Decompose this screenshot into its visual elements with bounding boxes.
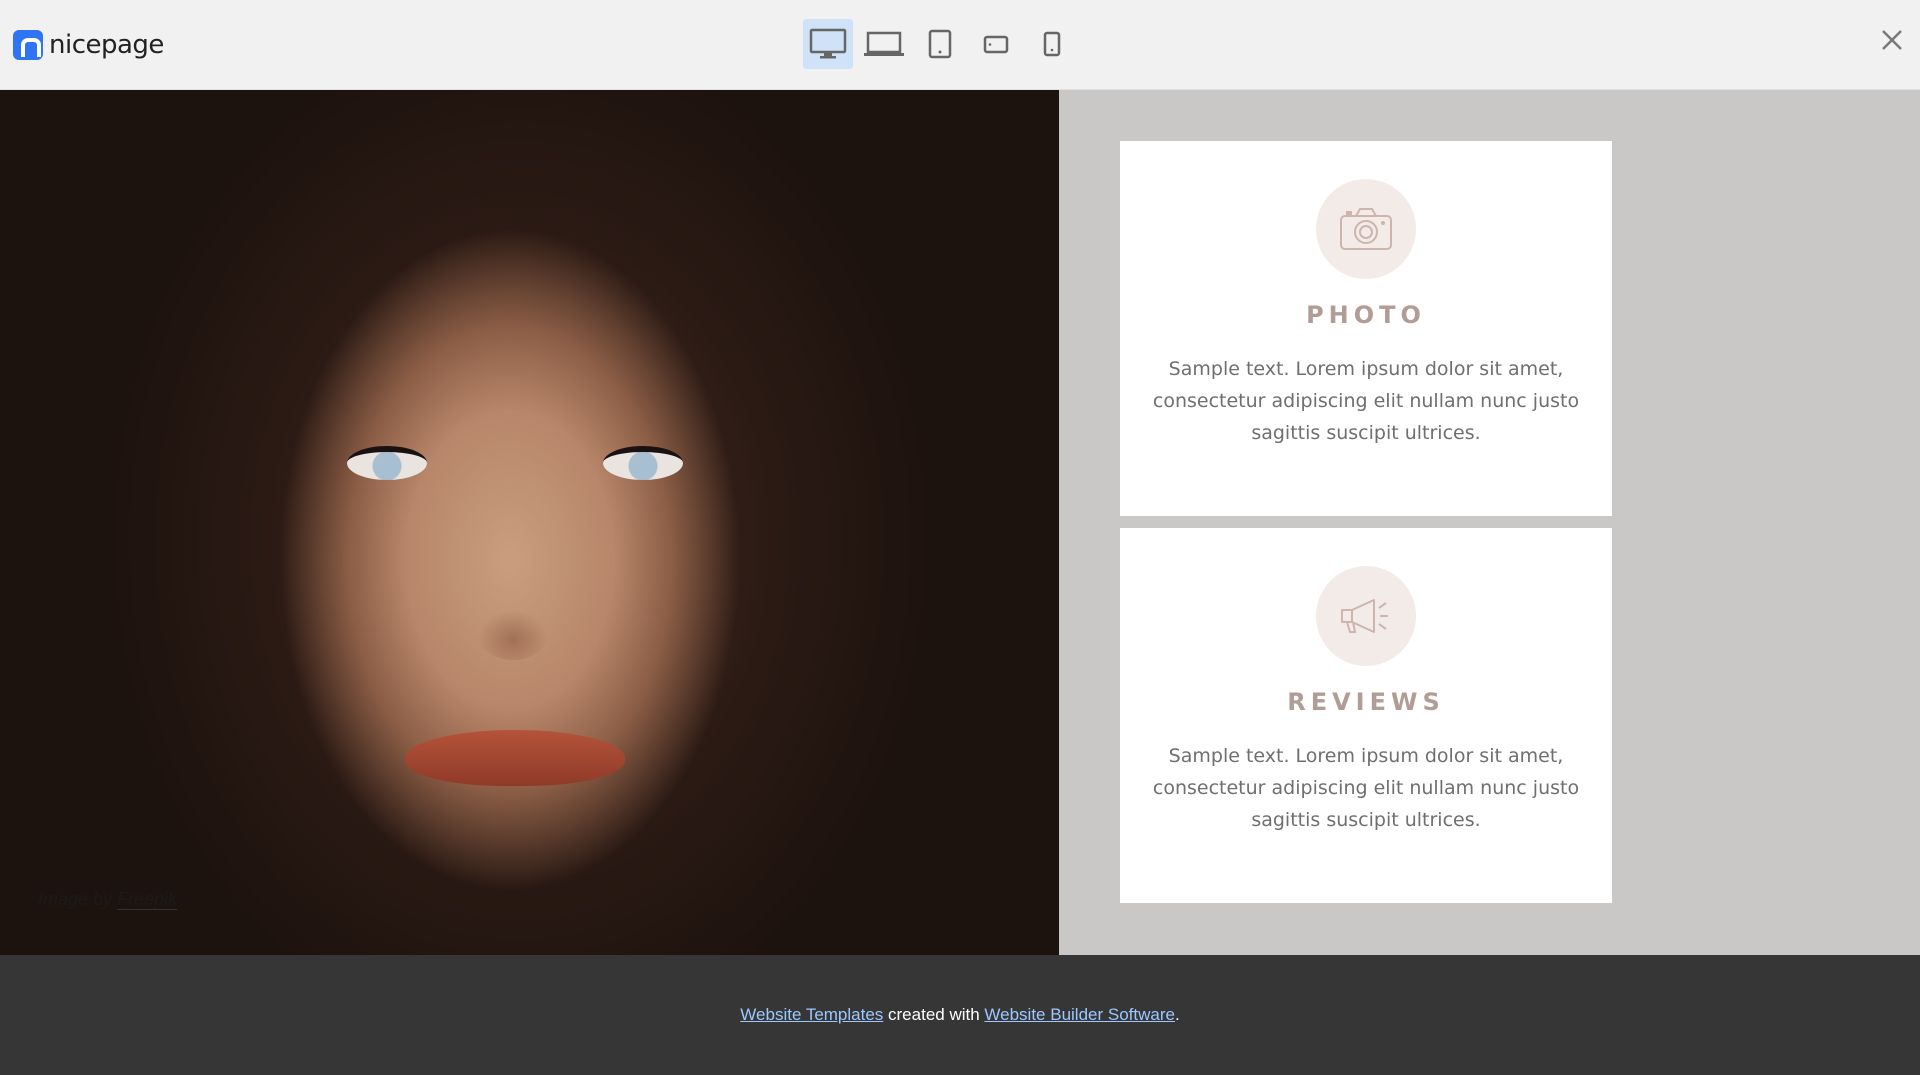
megaphone-icon [1316, 566, 1416, 666]
laptop-icon [864, 31, 904, 56]
tablet-landscape-icon [983, 35, 1009, 54]
laptop-view-button[interactable] [859, 19, 909, 69]
feature-card-photo: PHOTO Sample text. Lorem ipsum dolor sit… [1120, 141, 1612, 516]
device-switcher [803, 19, 1077, 69]
close-preview-button[interactable] [1876, 24, 1908, 56]
close-icon [1882, 30, 1902, 50]
card-title: REVIEWS [1287, 688, 1445, 716]
nicepage-logo[interactable]: nicepage [13, 30, 164, 60]
card-title: PHOTO [1306, 301, 1426, 329]
portrait-eye-left [347, 446, 427, 480]
image-credit: Image by Freepik [38, 889, 178, 910]
tablet-icon [928, 29, 952, 59]
tablet-view-button[interactable] [915, 19, 965, 69]
desktop-icon [809, 28, 847, 59]
logo-text: nicepage [49, 30, 164, 60]
portrait-lips [405, 730, 625, 786]
portrait-eye-right [603, 446, 683, 480]
phone-view-button[interactable] [1027, 19, 1077, 69]
footer-text: created with [883, 1005, 985, 1024]
card-text: Sample text. Lorem ipsum dolor sit amet,… [1152, 745, 1580, 831]
camera-icon [1316, 179, 1416, 279]
nicepage-logo-icon [13, 30, 43, 60]
footer-link-website-builder[interactable]: Website Builder Software [984, 1005, 1175, 1025]
tablet-landscape-view-button[interactable] [971, 19, 1021, 69]
card-text: Sample text. Lorem ipsum dolor sit amet,… [1152, 358, 1580, 444]
portrait-nose [478, 610, 548, 660]
portrait-image: Image by Freepik [0, 90, 1059, 955]
features-panel: PHOTO Sample text. Lorem ipsum dolor sit… [1059, 90, 1920, 955]
image-credit-link[interactable]: Freepik [117, 889, 178, 910]
footer-period: . [1174, 1005, 1180, 1024]
footer: Website Templates created with Website B… [0, 955, 1920, 1075]
preview-toolbar: nicepage [0, 0, 1920, 90]
phone-icon [1043, 31, 1061, 57]
desktop-view-button[interactable] [803, 19, 853, 69]
footer-link-website-templates[interactable]: Website Templates [740, 1005, 883, 1025]
image-credit-prefix: Image by [38, 889, 113, 909]
feature-card-reviews: REVIEWS Sample text. Lorem ipsum dolor s… [1120, 528, 1612, 903]
